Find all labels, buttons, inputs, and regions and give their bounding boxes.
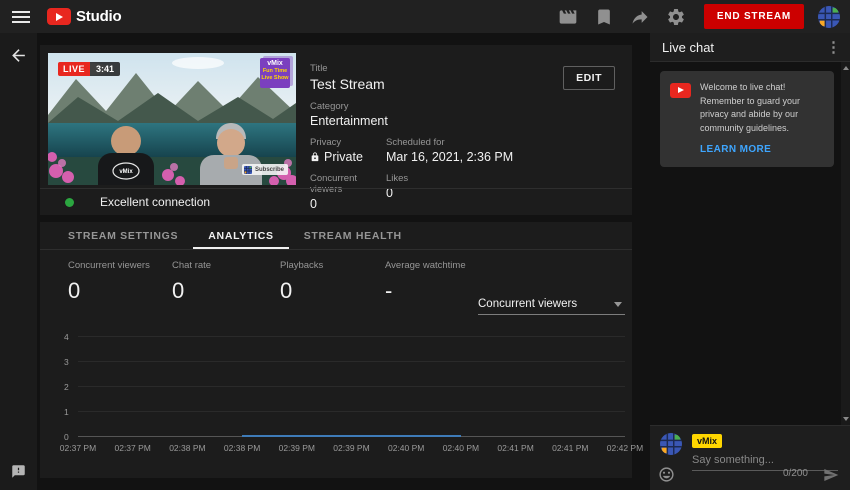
tab-stream-settings[interactable]: STREAM SETTINGS: [53, 222, 193, 249]
chat-message-input[interactable]: [692, 450, 838, 471]
metric-playbacks: Playbacks0: [280, 260, 385, 304]
share-icon[interactable]: [630, 7, 650, 27]
stream-category: Entertainment: [310, 114, 562, 128]
edit-button[interactable]: EDIT: [563, 66, 615, 90]
stream-title: Test Stream: [310, 76, 562, 92]
scheduled-value: Mar 16, 2021, 2:36 PM: [386, 150, 513, 164]
live-badge: LIVE: [58, 62, 90, 76]
back-arrow-icon[interactable]: [9, 46, 28, 65]
metrics-row: Concurrent viewers0 Chat rate0 Playbacks…: [68, 260, 535, 304]
scroll-up-icon[interactable]: [843, 66, 849, 70]
chat-header: Live chat ⋮: [650, 33, 850, 62]
scroll-down-icon[interactable]: [843, 417, 849, 421]
feedback-icon[interactable]: [11, 464, 26, 479]
channel-avatar[interactable]: [818, 6, 840, 28]
stream-duration: 3:41: [90, 62, 120, 76]
bookmark-icon[interactable]: [594, 7, 614, 27]
lock-icon: [310, 152, 320, 162]
menu-icon[interactable]: [12, 11, 30, 23]
learn-more-link[interactable]: LEARN MORE: [700, 144, 771, 155]
category-label: Category: [310, 101, 562, 112]
chat-input-area: vMix 0/200: [650, 425, 850, 490]
likes-label: Likes: [386, 173, 408, 184]
youtube-studio-live-dashboard: Studio END STREAM: [0, 0, 850, 490]
scheduled-label: Scheduled for: [386, 137, 513, 148]
tab-stream-health[interactable]: STREAM HEALTH: [289, 222, 417, 249]
tab-bar: STREAM SETTINGS ANALYTICS STREAM HEALTH: [40, 222, 632, 250]
privacy-label: Privacy: [310, 137, 386, 148]
chat-message-list: Welcome to live chat! Remember to guard …: [650, 62, 850, 425]
stream-preview-player[interactable]: vMix LIVE 3:41 vMix Fun Time Live Show S…: [48, 53, 296, 185]
chart-x-labels: 02:37 PM02:37 PM02:38 PM02:38 PM02:39 PM…: [78, 443, 625, 455]
privacy-value: Private: [310, 150, 386, 164]
stream-info-panel: vMix LIVE 3:41 vMix Fun Time Live Show S…: [40, 45, 632, 215]
chart-plot: 01234: [78, 337, 625, 437]
subscribe-label: Subscribe: [255, 167, 284, 173]
vmix-show-logo: vMix Fun Time Live Show: [260, 58, 290, 88]
metric-chat-rate: Chat rate0: [172, 260, 280, 304]
chart-metric-dropdown[interactable]: Concurrent viewers: [478, 294, 625, 315]
metric-concurrent-viewers: Concurrent viewers0: [68, 260, 172, 304]
analytics-panel: STREAM SETTINGS ANALYTICS STREAM HEALTH …: [40, 222, 632, 478]
brand-text: Studio: [76, 8, 121, 25]
title-label: Title: [310, 63, 562, 74]
emoji-icon[interactable]: [658, 466, 675, 483]
youtube-studio-logo[interactable]: Studio: [47, 8, 121, 25]
connection-status-dot: [65, 198, 74, 207]
watermark-avatar: [244, 166, 252, 174]
shirt-logo-text: vMix: [119, 169, 133, 175]
settings-gear-icon[interactable]: [666, 7, 686, 27]
character-counter: 0/200: [783, 468, 808, 479]
connection-status-row: Excellent connection: [40, 188, 632, 215]
chat-scrollbar[interactable]: [841, 62, 850, 425]
tab-analytics[interactable]: ANALYTICS: [193, 222, 288, 249]
chevron-down-icon: [614, 302, 622, 307]
subscribe-watermark[interactable]: Subscribe: [242, 164, 288, 175]
username-badge: vMix: [692, 434, 722, 448]
connection-status-text: Excellent connection: [100, 195, 210, 209]
send-icon[interactable]: [822, 467, 840, 483]
live-chat-panel: Live chat ⋮ Welcome to live chat! Rememb…: [650, 33, 850, 490]
left-rail: [0, 33, 37, 490]
chat-title: Live chat: [662, 40, 817, 55]
welcome-text: Welcome to live chat! Remember to guard …: [700, 81, 824, 135]
youtube-play-icon: [47, 8, 71, 25]
youtube-play-icon: [670, 83, 691, 98]
end-stream-button[interactable]: END STREAM: [704, 4, 804, 29]
user-avatar: [660, 433, 682, 455]
top-bar: Studio END STREAM: [0, 0, 850, 33]
movie-icon[interactable]: [558, 7, 578, 27]
chat-welcome-message: Welcome to live chat! Remember to guard …: [660, 71, 834, 167]
kebab-menu-icon[interactable]: ⋮: [817, 38, 850, 56]
